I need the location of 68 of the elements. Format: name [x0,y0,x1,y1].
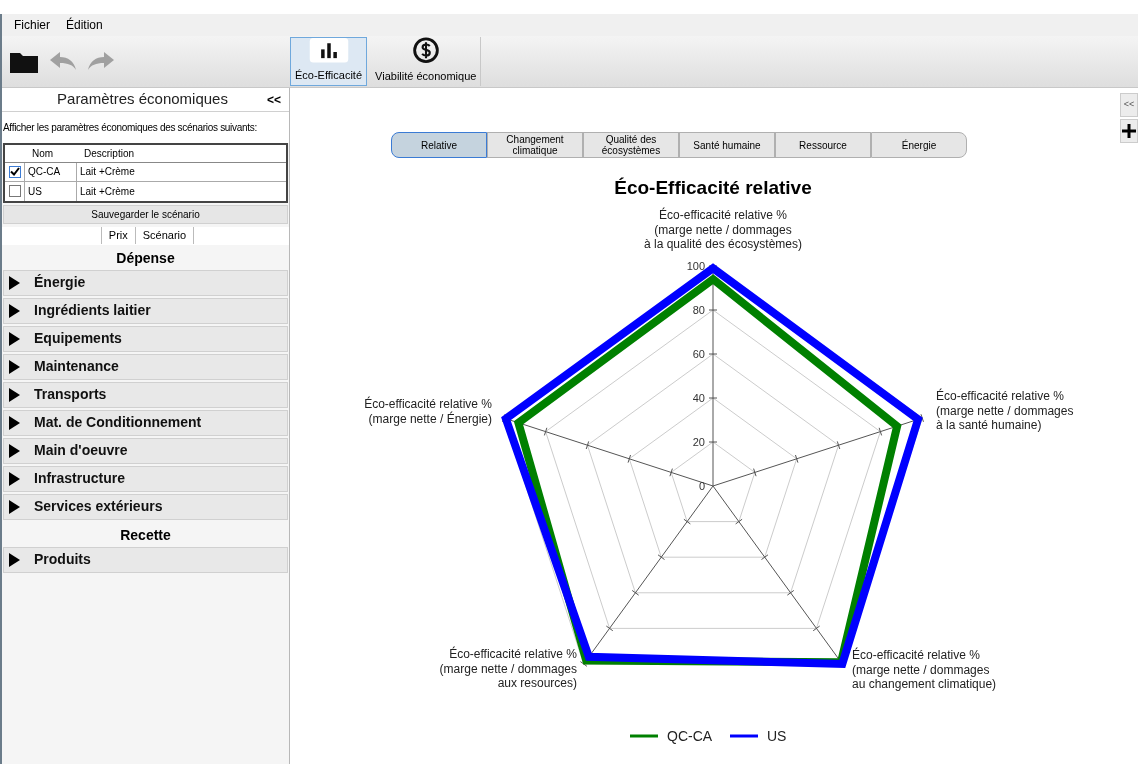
expandable-row[interactable]: Equipements [3,325,288,352]
legend-swatch [730,734,758,738]
add-button[interactable] [1120,119,1138,143]
tick-label: 0 [698,480,705,492]
collapse-button[interactable]: << [259,90,289,109]
table-cell-text: Lait +Crème [79,184,135,199]
save-button[interactable]: Sauvegarder le scénario [3,204,288,224]
expandable-row[interactable]: Produits [3,546,288,573]
expand-icon [9,275,20,290]
legend-label: QC-CA [667,728,713,744]
legend-label: US [767,728,787,744]
expandable-row[interactable]: Maintenance [3,353,288,380]
tick-label: 60 [692,348,705,360]
ribbon-tab[interactable]: Viabilité économique [371,37,482,86]
view-tab[interactable]: Qualité des écosystèmes [583,132,679,158]
view-tab[interactable]: Ressource [775,132,871,158]
legend-swatch [630,734,658,738]
section-heading: Dépense [115,248,176,268]
ribbon-tab[interactable]: Éco-Efficacité [290,37,368,86]
expand-icon [9,331,20,346]
tick-label: 40 [692,392,705,404]
chart-title: Éco-Efficacité relative [614,177,812,198]
check-icon [9,167,20,176]
expandable-row[interactable]: Main d'oeuvre [3,437,288,464]
tick-label: 100 [686,260,705,272]
expand-icon [9,443,20,458]
expandable-row[interactable]: Énergie [3,269,288,296]
expand-icon [9,303,20,318]
expandable-row[interactable]: Services extérieurs [3,493,288,520]
axis-label: Éco-efficacité relative % (marge nette / dommages à la santé humaine) [936,389,1074,432]
folder-icon[interactable] [10,50,38,73]
expand-icon [9,499,20,514]
column-header: Nom [31,146,55,161]
collapse-button[interactable]: << [1120,93,1138,117]
expandable-row[interactable]: Mat. de Conditionnement [3,409,288,436]
menu-item[interactable]: Fichier [14,16,50,34]
expandable-row[interactable]: Transports [3,381,288,408]
menu-item[interactable]: Édition [66,16,103,34]
row-checkbox[interactable] [8,165,21,178]
expandable-row[interactable]: Infrastructure [3,465,288,492]
view-tab[interactable]: Changement climatique [487,132,583,158]
axis-label: Éco-efficacité relative % (marge nette / dommages à la qualité des écosystèmes) [643,208,803,251]
panel-tab[interactable]: Prix [100,227,135,244]
table-cell: QC-CA [25,162,77,181]
table-cell-text: Lait +Crème [79,165,135,179]
row-checkbox[interactable] [8,185,21,197]
expand-icon [9,415,20,430]
plus-icon [1122,124,1136,138]
axis-label: Éco-efficacité relative % (marge nette / dommages aux resources) [439,647,577,690]
tick-label: 80 [692,304,705,316]
expand-icon [9,387,20,402]
panel-tab[interactable]: Scénario [134,227,195,244]
panel-title: Paramètres économiques [56,89,229,110]
tick-label: 20 [692,436,705,448]
column-header: Description [83,146,135,161]
hint-text: Afficher les paramètres économiques des scénarios suivants: [3,122,257,133]
view-tab[interactable]: Relative [391,132,487,158]
expand-icon [9,359,20,374]
section-heading: Recette [119,525,172,545]
expand-icon [9,552,20,567]
axis-label: Éco-efficacité relative % (marge nette / dommages au changement climatique) [852,648,997,691]
expand-icon [9,471,20,486]
dollar-icon [411,37,440,64]
view-tab[interactable]: Énergie [871,132,967,158]
axis-label: Éco-efficacité relative % (marge nette / Énergie) [364,397,492,426]
expandable-row[interactable]: Ingrédients laitier [3,297,288,324]
view-tab[interactable]: Santé humaine [679,132,775,158]
table-cell: US [25,181,77,201]
